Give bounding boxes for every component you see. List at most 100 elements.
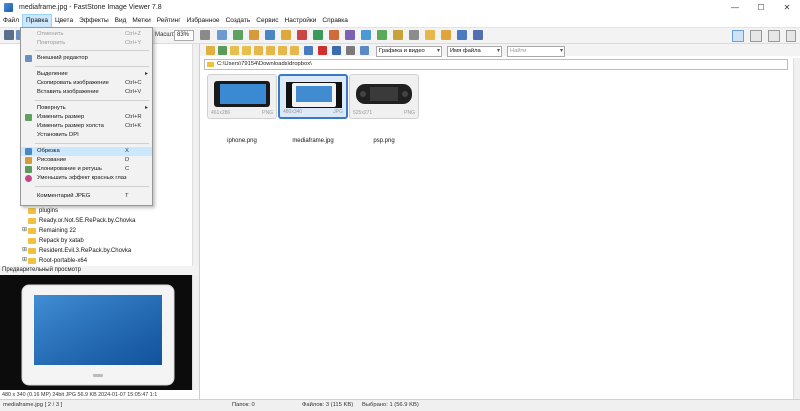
menu-create[interactable]: Создать xyxy=(223,14,254,28)
clone-icon xyxy=(25,166,32,173)
tree-item[interactable]: plugins xyxy=(28,206,58,215)
menu-colors[interactable]: Цвета xyxy=(52,14,76,28)
histogram-icon[interactable] xyxy=(361,30,371,40)
menu-item-red-eye[interactable]: Уменьшить эффект красных глаз xyxy=(21,174,152,183)
thumbnail-dimensions: 525x271 xyxy=(353,110,373,116)
thumbnail-mediaframe[interactable]: 480x340 JPG xyxy=(278,74,348,119)
back-icon[interactable] xyxy=(206,46,215,55)
file-filter-select[interactable]: Графика и видео xyxy=(376,46,442,57)
menu-tools[interactable]: Сервис xyxy=(253,14,281,28)
menu-favorites[interactable]: Избранное xyxy=(184,14,223,28)
thumbnail-name: iphone.png xyxy=(227,138,257,144)
move-folder-icon[interactable] xyxy=(290,46,299,55)
scan-icon[interactable] xyxy=(409,30,419,40)
wallpaper-icon[interactable] xyxy=(377,30,387,40)
menu-view[interactable]: Вид xyxy=(112,14,130,28)
print-icon[interactable] xyxy=(313,30,323,40)
tree-item[interactable]: Root-portable-x64 xyxy=(28,256,87,265)
menu-edit[interactable]: Правка xyxy=(21,13,52,28)
folder-icon xyxy=(28,257,36,264)
copy-icon[interactable] xyxy=(304,46,313,55)
copy-to-icon[interactable] xyxy=(457,30,467,40)
thumbnail-psp[interactable]: 525x271 PNG xyxy=(349,74,419,119)
menu-item-set-dpi[interactable]: Установить DPI xyxy=(21,131,152,140)
menu-item-draw[interactable]: Рисование D xyxy=(21,156,152,165)
path-input[interactable]: C:\Users\79154\Downloads\dropbox\ xyxy=(204,59,788,70)
menu-tags[interactable]: Метки xyxy=(129,14,153,28)
menu-separator xyxy=(35,66,149,67)
menu-item-select[interactable]: Выделение ▸ xyxy=(21,70,152,79)
red-eye-icon xyxy=(25,175,32,182)
close-button[interactable]: ✕ xyxy=(774,0,800,14)
slideshow-icon[interactable] xyxy=(297,30,307,40)
new-folder-icon[interactable] xyxy=(266,46,275,55)
app-icon xyxy=(4,2,13,12)
forward-icon[interactable] xyxy=(218,46,227,55)
compare-icon[interactable] xyxy=(217,30,227,40)
menu-item-crop[interactable]: Обрезка X xyxy=(21,147,152,156)
minimize-button[interactable]: — xyxy=(722,0,748,14)
resize-icon[interactable] xyxy=(233,30,243,40)
folder-icon[interactable] xyxy=(242,46,251,55)
menu-item-undo[interactable]: Отменить Ctrl+Z xyxy=(21,30,152,39)
crop-icon[interactable] xyxy=(265,30,275,40)
menu-item-clone-heal[interactable]: Клонирование и ретушь C xyxy=(21,165,152,174)
expand-icon[interactable]: ⊞ xyxy=(22,226,27,233)
menu-item-canvas-size[interactable]: Изменить размер холста Ctrl+K xyxy=(21,122,152,131)
thumbnail-iphone[interactable]: 461x286 PNG xyxy=(207,74,277,119)
maximize-button[interactable]: ☐ xyxy=(748,0,774,14)
thumbnail-scrollbar[interactable] xyxy=(793,58,800,399)
tree-item[interactable]: Repack by xatab xyxy=(28,236,84,245)
expand-icon[interactable]: ⊞ xyxy=(22,256,27,263)
browser-icon[interactable] xyxy=(4,30,14,40)
menu-rating[interactable]: Рейтинг xyxy=(154,14,184,28)
thumbnail-type: PNG xyxy=(404,110,415,116)
sort-select[interactable]: Имя файла xyxy=(447,46,502,57)
open-folder-icon[interactable] xyxy=(441,30,451,40)
move-to-icon[interactable] xyxy=(473,30,483,40)
contact-sheet-icon[interactable] xyxy=(393,30,403,40)
tree-item[interactable]: Ready.or.Not.SE.RePack.by.Chovka xyxy=(28,216,136,225)
menu-item-redo[interactable]: Повторить Ctrl+Y xyxy=(21,39,152,48)
menu-effects[interactable]: Эффекты xyxy=(76,14,112,28)
menu-separator xyxy=(35,50,149,51)
effects-icon[interactable] xyxy=(281,30,291,40)
favorites-folder-icon[interactable] xyxy=(254,46,263,55)
draw-icon xyxy=(25,157,32,164)
expand-icon[interactable]: ⊞ xyxy=(22,246,27,253)
status-bar: mediaframe.jpg [ 2 / 3 ] Папок: 0 Файлов… xyxy=(0,399,800,411)
zoom-select[interactable]: 83% xyxy=(174,30,194,41)
menu-separator xyxy=(35,186,149,187)
search-input[interactable]: Найти xyxy=(507,46,565,57)
up-folder-icon[interactable] xyxy=(230,46,239,55)
delete-icon[interactable] xyxy=(318,46,327,55)
menu-item-external-editor[interactable]: Внешний редактор xyxy=(21,54,152,63)
folder-icon[interactable] xyxy=(425,30,435,40)
view-thumbnails-button[interactable] xyxy=(732,30,744,42)
menu-item-copy-image[interactable]: Скопировать изображение Ctrl+C xyxy=(21,79,152,88)
menu-item-resize[interactable]: Изменить размер Ctrl+R xyxy=(21,113,152,122)
crop-icon xyxy=(25,148,32,155)
copy-folder-icon[interactable] xyxy=(278,46,287,55)
email-icon[interactable] xyxy=(329,30,339,40)
thumbnail-size-icon[interactable] xyxy=(360,46,369,55)
menu-item-jpeg-comment[interactable]: Комментарий JPEG T xyxy=(21,192,152,201)
menu-file[interactable]: Файл xyxy=(0,14,22,28)
list-icon[interactable] xyxy=(332,46,341,55)
rotate-icon[interactable] xyxy=(200,30,210,40)
batch-icon[interactable] xyxy=(345,30,355,40)
media-frame-picture xyxy=(0,275,192,390)
tree-item[interactable]: Resident.Evil.3.RePack.by.Chovka xyxy=(28,246,131,255)
menu-item-paste-image[interactable]: Вставить изображение Ctrl+V xyxy=(21,88,152,97)
view-fullscreen-button[interactable] xyxy=(768,30,780,42)
view-extra-button[interactable] xyxy=(786,30,796,42)
preview-scrollbar[interactable] xyxy=(192,275,199,390)
menu-help[interactable]: Справка xyxy=(319,14,351,28)
view-details-button[interactable] xyxy=(750,30,762,42)
tree-item[interactable]: Remaining 22 xyxy=(28,226,76,235)
tree-scrollbar[interactable] xyxy=(192,44,199,266)
draw-icon[interactable] xyxy=(249,30,259,40)
menu-settings[interactable]: Настройки xyxy=(282,14,320,28)
grid-icon[interactable] xyxy=(346,46,355,55)
menu-item-rotate[interactable]: Повернуть ▸ xyxy=(21,104,152,113)
